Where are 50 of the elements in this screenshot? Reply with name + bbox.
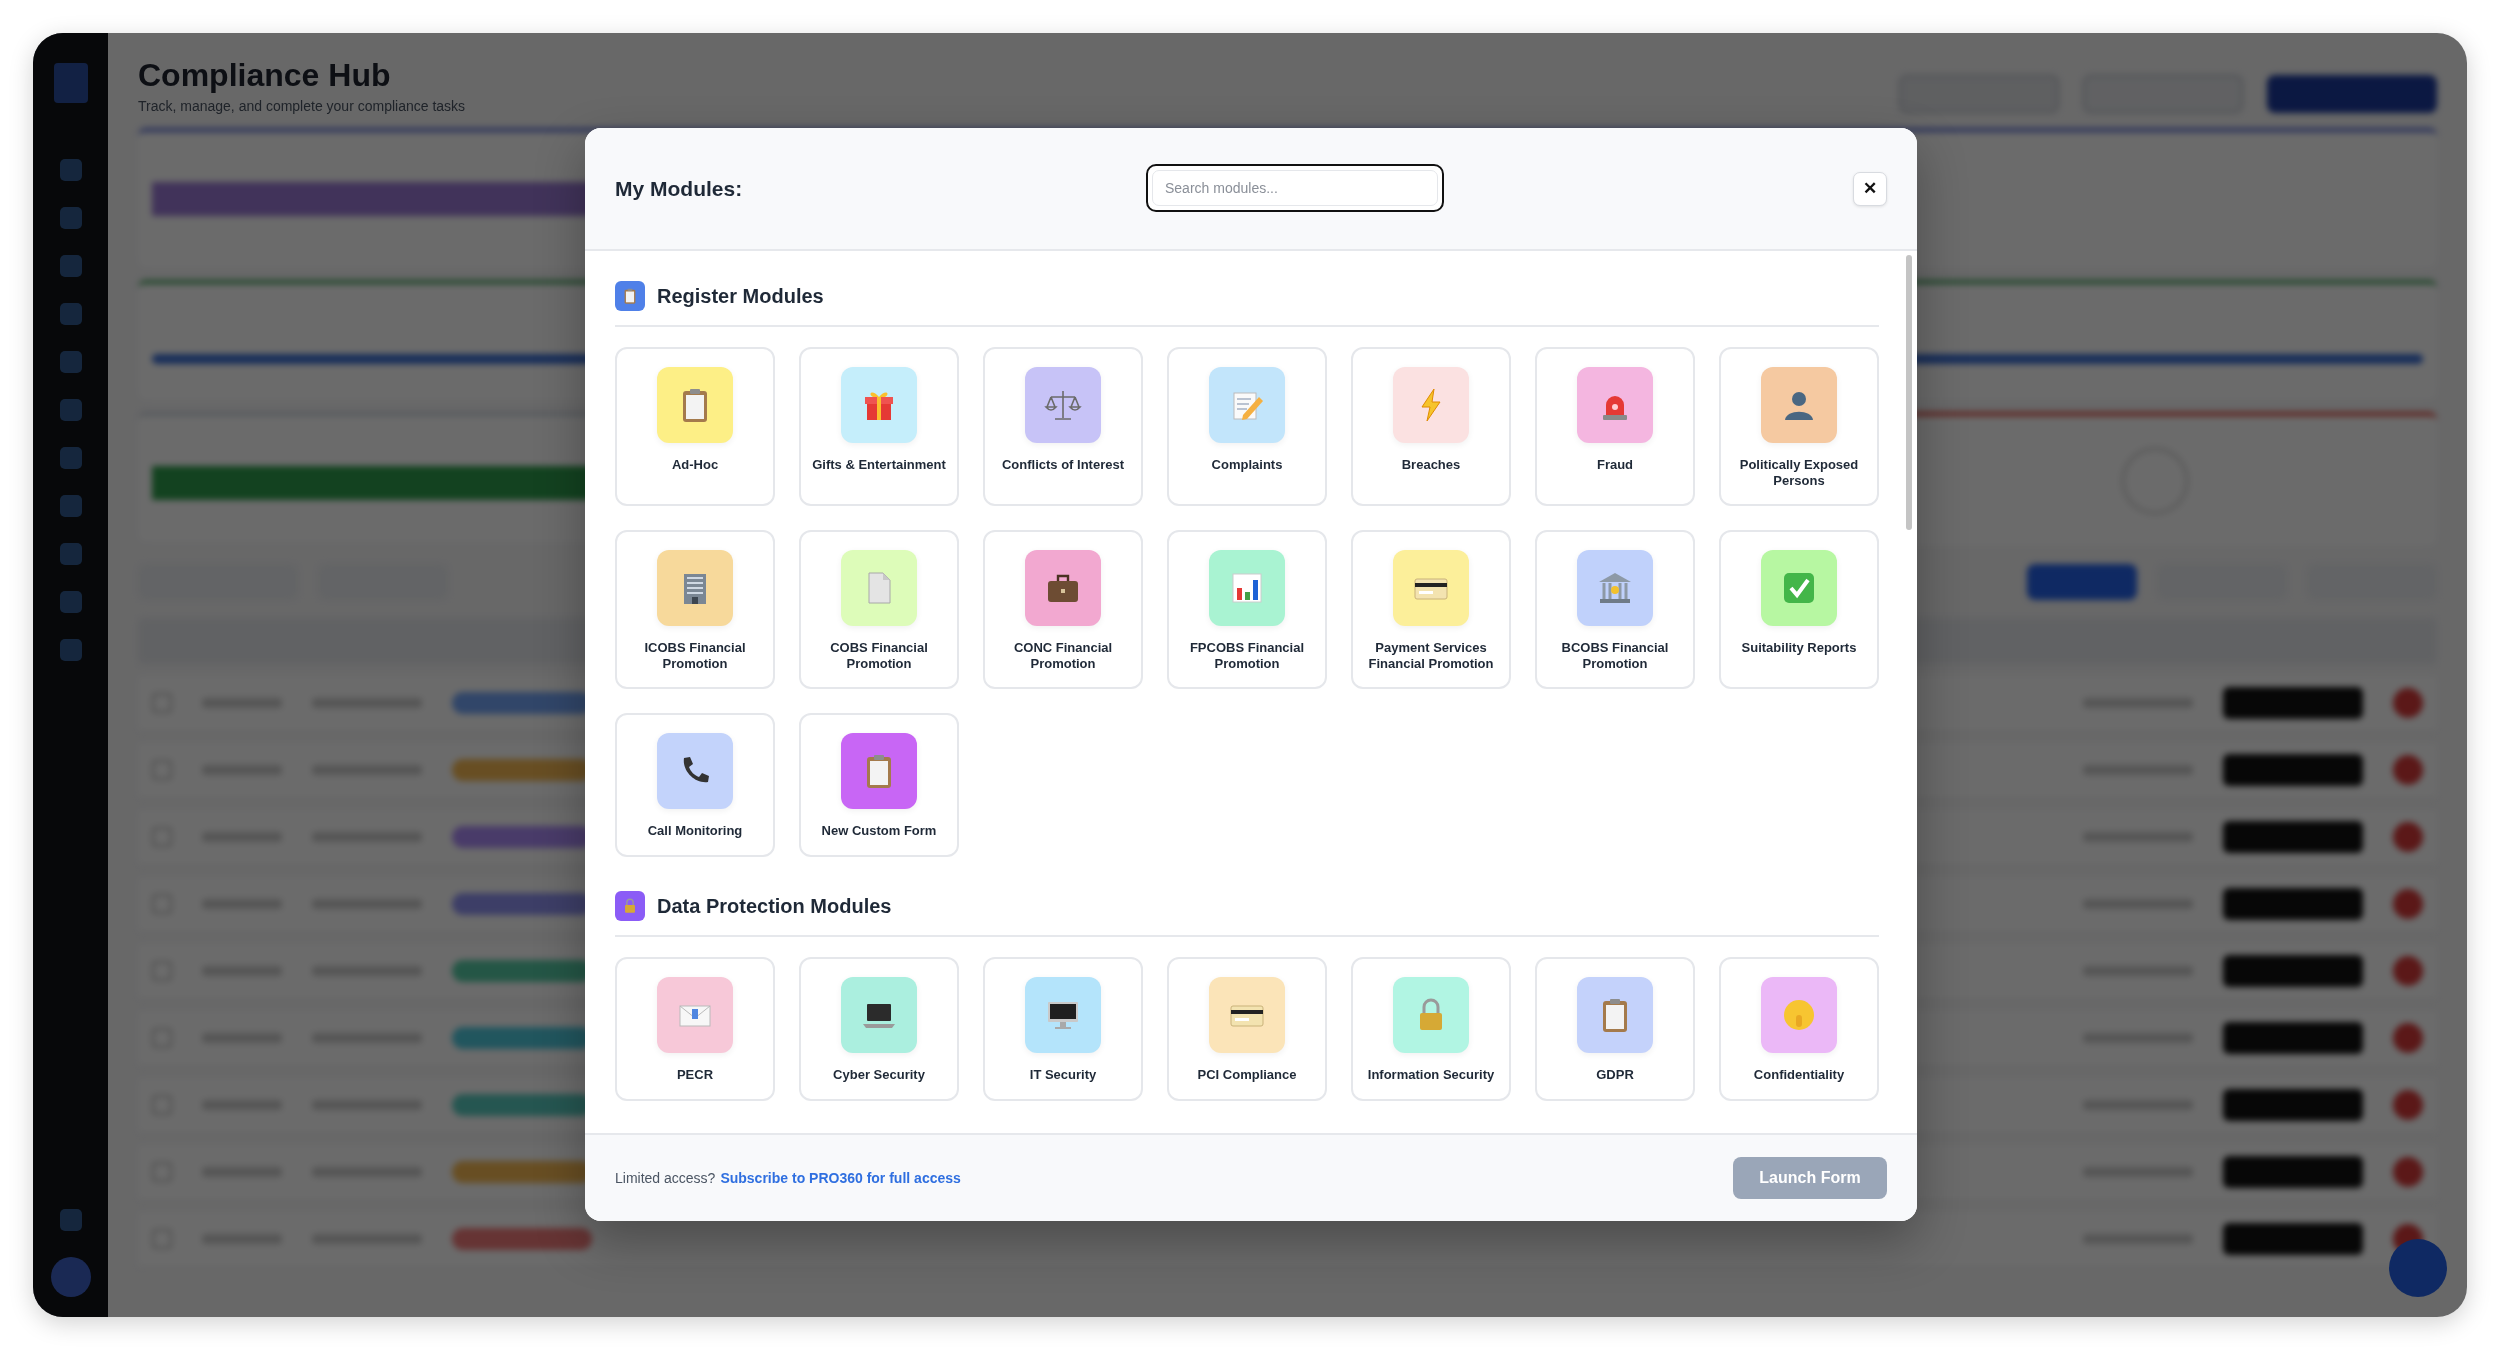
module-card[interactable]: GDPR bbox=[1535, 957, 1695, 1102]
module-card[interactable]: Ad-Hoc bbox=[615, 347, 775, 507]
page-title: Compliance Hub bbox=[138, 57, 392, 94]
module-card[interactable]: Breaches bbox=[1351, 347, 1511, 507]
dialog-title: My Modules: bbox=[615, 176, 743, 201]
nav-icon[interactable] bbox=[59, 447, 82, 469]
nav-icon[interactable] bbox=[59, 159, 82, 181]
section-title: Data Protection Modules bbox=[657, 894, 892, 918]
search-field[interactable]: Search modules... bbox=[1146, 164, 1444, 212]
module-card[interactable]: COBS Financial Promotion bbox=[799, 530, 959, 690]
chat-button[interactable] bbox=[2389, 1239, 2447, 1297]
nav-icon[interactable] bbox=[59, 543, 82, 565]
nav-icon[interactable] bbox=[59, 399, 82, 421]
nav-icon[interactable] bbox=[59, 639, 82, 661]
module-card[interactable]: Call Monitoring bbox=[615, 713, 775, 858]
module-card[interactable]: PECR bbox=[615, 957, 775, 1102]
nav-icon[interactable] bbox=[59, 591, 82, 613]
module-card[interactable]: Information Security bbox=[1351, 957, 1511, 1102]
nav-icon[interactable] bbox=[59, 495, 82, 517]
module-card[interactable]: CONC Financial Promotion bbox=[983, 530, 1143, 690]
module-card[interactable]: Complaints bbox=[1167, 347, 1327, 507]
module-card[interactable]: Conflicts of Interest bbox=[983, 347, 1143, 507]
subscribe-link[interactable]: Subscribe to PRO360 for full access bbox=[720, 1170, 961, 1186]
access-note: Limited access? bbox=[615, 1170, 716, 1186]
module-card[interactable]: New Custom Form bbox=[799, 713, 959, 858]
nav-icon[interactable] bbox=[59, 207, 82, 229]
module-card[interactable]: Cyber Security bbox=[799, 957, 959, 1102]
module-card[interactable]: Politically Exposed Persons bbox=[1719, 347, 1879, 507]
module-card[interactable]: Fraud bbox=[1535, 347, 1695, 507]
module-card[interactable]: Gifts & Entertainment bbox=[799, 347, 959, 507]
avatar-icon[interactable] bbox=[50, 1257, 91, 1297]
module-card[interactable]: BCOBS Financial Promotion bbox=[1535, 530, 1695, 690]
module-card[interactable]: IT Security bbox=[983, 957, 1143, 1102]
nav-icon[interactable] bbox=[59, 255, 82, 277]
close-button[interactable]: ✕ bbox=[1853, 171, 1887, 206]
scrollbar[interactable] bbox=[1906, 255, 1912, 530]
nav-icon[interactable] bbox=[59, 1209, 82, 1231]
module-card[interactable]: PCI Compliance bbox=[1167, 957, 1327, 1102]
nav-icon[interactable] bbox=[59, 303, 82, 325]
logo-icon bbox=[53, 63, 88, 103]
nav-icon[interactable] bbox=[59, 351, 82, 373]
module-card[interactable]: FPCOBS Financial Promotion bbox=[1167, 530, 1327, 690]
page-subtitle: Track, manage, and complete your compliance tasks bbox=[138, 98, 466, 114]
module-card[interactable]: Confidentiality bbox=[1719, 957, 1879, 1102]
new-entry-control[interactable] bbox=[2267, 75, 2437, 113]
primary-button[interactable] bbox=[2027, 564, 2137, 600]
module-card[interactable]: Suitability Reports bbox=[1719, 530, 1879, 690]
module-card[interactable]: Payment Services Financial Promotion bbox=[1351, 530, 1511, 690]
section-title: Register Modules bbox=[657, 284, 824, 308]
module-card[interactable]: ICOBS Financial Promotion bbox=[615, 530, 775, 690]
